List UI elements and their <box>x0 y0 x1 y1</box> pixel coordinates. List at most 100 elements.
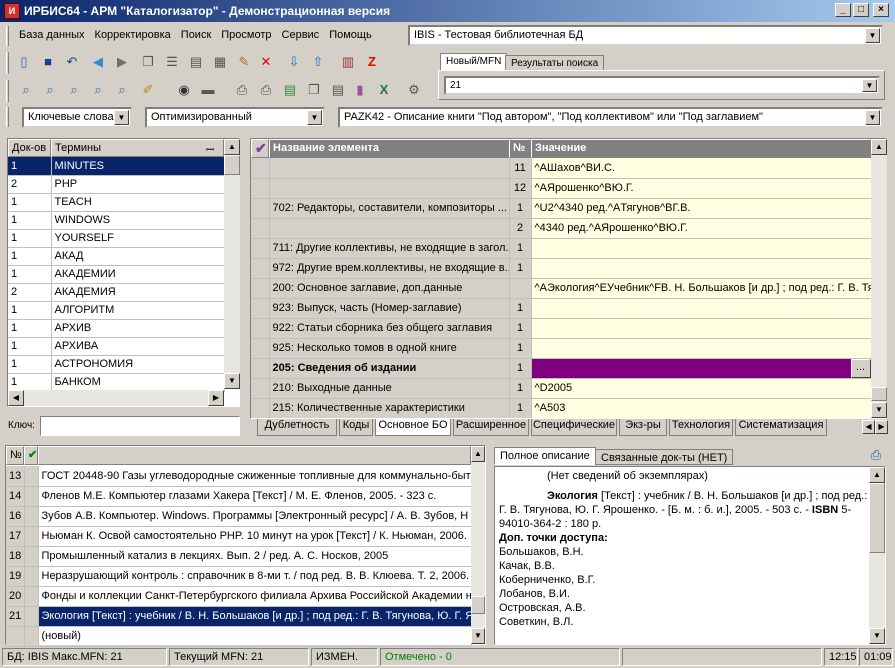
print-icon[interactable]: ⎙ <box>232 80 252 100</box>
record-row[interactable]: 20 Фонды и коллекции Санкт-Петербургского… <box>6 586 472 607</box>
dictionary-hscrollbar[interactable]: ◀ ▶ <box>8 390 224 406</box>
tab-editor-1[interactable]: Коды <box>339 419 373 436</box>
editor-field-value[interactable] <box>531 258 871 279</box>
tab-full-description[interactable]: Полное описание <box>494 447 596 465</box>
print-description-icon[interactable]: ⎙ <box>866 447 886 465</box>
scroll-thumb[interactable] <box>471 596 485 614</box>
menu-service[interactable]: Сервис <box>277 27 325 43</box>
dictionary-row[interactable]: 1 БАНКОМ <box>8 373 225 392</box>
chevron-down-icon[interactable]: ▼ <box>862 79 877 92</box>
clear-icon[interactable]: ✐ <box>138 80 158 100</box>
z3950-icon[interactable]: Z <box>362 52 382 72</box>
worksheet-select[interactable]: PAZK42 - Описание книги "Под автором", "… <box>338 107 883 128</box>
editor-field-value[interactable]: ^AЭкология^EУчебник^FВ. Н. Большаков [и … <box>531 278 871 299</box>
editor-field-value[interactable]: ^AШахов^BИ.С. <box>531 158 871 179</box>
scroll-thumb[interactable] <box>871 387 887 401</box>
records-header-num[interactable]: № <box>6 446 24 465</box>
search-result-icon[interactable]: ⌕ <box>64 80 84 100</box>
arrow-right-icon[interactable]: ▶ <box>112 52 132 72</box>
scroll-left-icon[interactable]: ◀ <box>8 390 24 406</box>
edit-icon[interactable]: ✎ <box>234 52 254 72</box>
dictionary-row[interactable]: 1 АКАД <box>8 247 225 266</box>
scroll-thumb[interactable] <box>869 483 885 553</box>
record-mark[interactable] <box>24 606 39 627</box>
list-icon[interactable]: ☰ <box>162 52 182 72</box>
pin-icon[interactable]: ꟷ <box>206 142 214 156</box>
editor-row[interactable]: 11 ^AШахов^BИ.С. <box>251 158 871 179</box>
editor-row[interactable]: 12 ^AЯрошенко^BЮ.Г. <box>251 178 871 199</box>
mfn-input[interactable]: 21 ▼ <box>444 76 880 95</box>
dictionary-list[interactable]: Док-ов Термины ꟷ 1 MINUTES 2 PHP 1 TEACH 1 WIND… <box>7 138 240 407</box>
record-mark[interactable] <box>24 626 39 647</box>
editor-field-value[interactable] <box>531 238 871 259</box>
books-icon[interactable]: ▥ <box>338 52 358 72</box>
scroll-down-icon[interactable]: ▼ <box>471 628 485 644</box>
editor-row[interactable]: 972: Другие врем.коллективы, не входящие… <box>251 258 871 279</box>
tab-editor-5[interactable]: Экз-ры <box>619 419 667 436</box>
record-mark[interactable] <box>24 486 39 507</box>
record-row[interactable]: 21 Экология [Текст] : учебник / В. Н. Бол… <box>6 606 472 627</box>
duplicate-icon[interactable]: ❐ <box>304 80 324 100</box>
dictionary-row[interactable]: 1 АРХИВ <box>8 319 225 338</box>
record-row[interactable]: 19 Неразрушающий контроль : справочник в … <box>6 566 472 587</box>
record-row[interactable]: 18 Промышленный катализ в лекциях. Вып. 2… <box>6 546 472 567</box>
record-row[interactable]: 13 ГОСТ 20448-90 Газы углеводородные сжиж… <box>6 466 472 487</box>
tab-editor-4[interactable]: Специфические <box>531 419 617 436</box>
record-row[interactable]: 17 Ньюман К. Освой самостоятельно PHP. 10… <box>6 526 472 547</box>
dictionary-row[interactable]: 1 YOURSELF <box>8 229 225 248</box>
undo-icon[interactable]: ↶ <box>62 52 82 72</box>
record-row[interactable]: 16 Зубов А.В. Компьютер. Windows. Програм… <box>6 506 472 527</box>
import-icon[interactable]: ⇩ <box>284 52 304 72</box>
tab-editor-7[interactable]: Систематизация <box>735 419 827 436</box>
dictionary-select[interactable]: Ключевые слова ▼ <box>22 107 132 128</box>
editor-field-value[interactable]: ... <box>531 358 871 379</box>
search-window-icon[interactable]: ⌕ <box>16 80 36 100</box>
search-mode-select[interactable]: Оптимизированный ▼ <box>145 107 325 128</box>
editor-field-value[interactable]: ^4340 ред.^AЯрошенко^BЮ.Г. <box>531 218 871 239</box>
dictionary-row[interactable]: 1 АСТРОНОМИЯ <box>8 355 225 374</box>
editor-row[interactable]: 210: Выходные данные 1 ^D2005 <box>251 378 871 399</box>
dictionary-row[interactable]: 2 PHP <box>8 175 225 194</box>
folder-icon[interactable]: ▬ <box>198 80 218 100</box>
editor-row[interactable]: 205: Сведения об издании 1... <box>251 358 871 379</box>
scroll-down-icon[interactable]: ▼ <box>871 402 887 418</box>
record-mark[interactable] <box>24 566 39 587</box>
chevron-down-icon[interactable]: ▼ <box>865 28 880 43</box>
editor-field-value[interactable]: ^D2005 <box>531 378 871 399</box>
dictionary-row[interactable]: 1 АРХИВА <box>8 337 225 356</box>
editor-row[interactable]: 922: Статьи сборника без общего заглавия… <box>251 318 871 339</box>
editor-field-value[interactable] <box>531 338 871 359</box>
copy-record-icon[interactable]: ❐ <box>138 52 158 72</box>
view-icon[interactable]: ◉ <box>174 80 194 100</box>
records-scrollbar[interactable]: ▲ ▼ <box>471 446 485 644</box>
scroll-down-icon[interactable]: ▼ <box>224 373 240 389</box>
editor-field-value[interactable] <box>531 318 871 339</box>
chevron-down-icon[interactable]: ▼ <box>114 110 129 125</box>
record-row[interactable]: (новый) <box>6 626 472 647</box>
tab-scroll-right-icon[interactable]: ▶ <box>875 420 888 434</box>
description-scrollbar[interactable]: ▲ ▼ <box>869 467 885 644</box>
settings-icon[interactable]: ⚙ <box>404 80 424 100</box>
records-header-desc[interactable] <box>38 446 471 465</box>
editor-row[interactable]: 702: Редакторы, составители, композиторы… <box>251 198 871 219</box>
menu-help[interactable]: Помощь <box>324 27 377 43</box>
editor-row[interactable]: 923: Выпуск, часть (Номер-заглавие) 1 <box>251 298 871 319</box>
table-icon[interactable]: ▦ <box>210 52 230 72</box>
scroll-up-icon[interactable]: ▲ <box>871 139 887 155</box>
tab-scroll-left-icon[interactable]: ◀ <box>862 420 875 434</box>
chart-icon[interactable]: ▮ <box>350 80 370 100</box>
menu-view[interactable]: Просмотр <box>216 27 276 43</box>
record-mark[interactable] <box>24 526 39 547</box>
export-icon[interactable]: ⇧ <box>308 52 328 72</box>
scroll-thumb[interactable] <box>224 155 240 175</box>
tab-linked-docs[interactable]: Связанные док-ты (НЕТ) <box>595 449 734 465</box>
editor-row[interactable]: 711: Другие коллективы, не входящие в за… <box>251 238 871 259</box>
record-mark[interactable] <box>24 586 39 607</box>
dictionary-header-count[interactable]: Док-ов <box>8 139 51 157</box>
menu-search[interactable]: Поиск <box>176 27 216 43</box>
tab-editor-2[interactable]: Основное БО <box>375 419 451 436</box>
tab-editor-6[interactable]: Технология <box>669 419 733 436</box>
menu-database[interactable]: База данных <box>14 27 90 43</box>
record-mark[interactable] <box>24 466 39 487</box>
chevron-down-icon[interactable]: ▼ <box>865 110 880 125</box>
